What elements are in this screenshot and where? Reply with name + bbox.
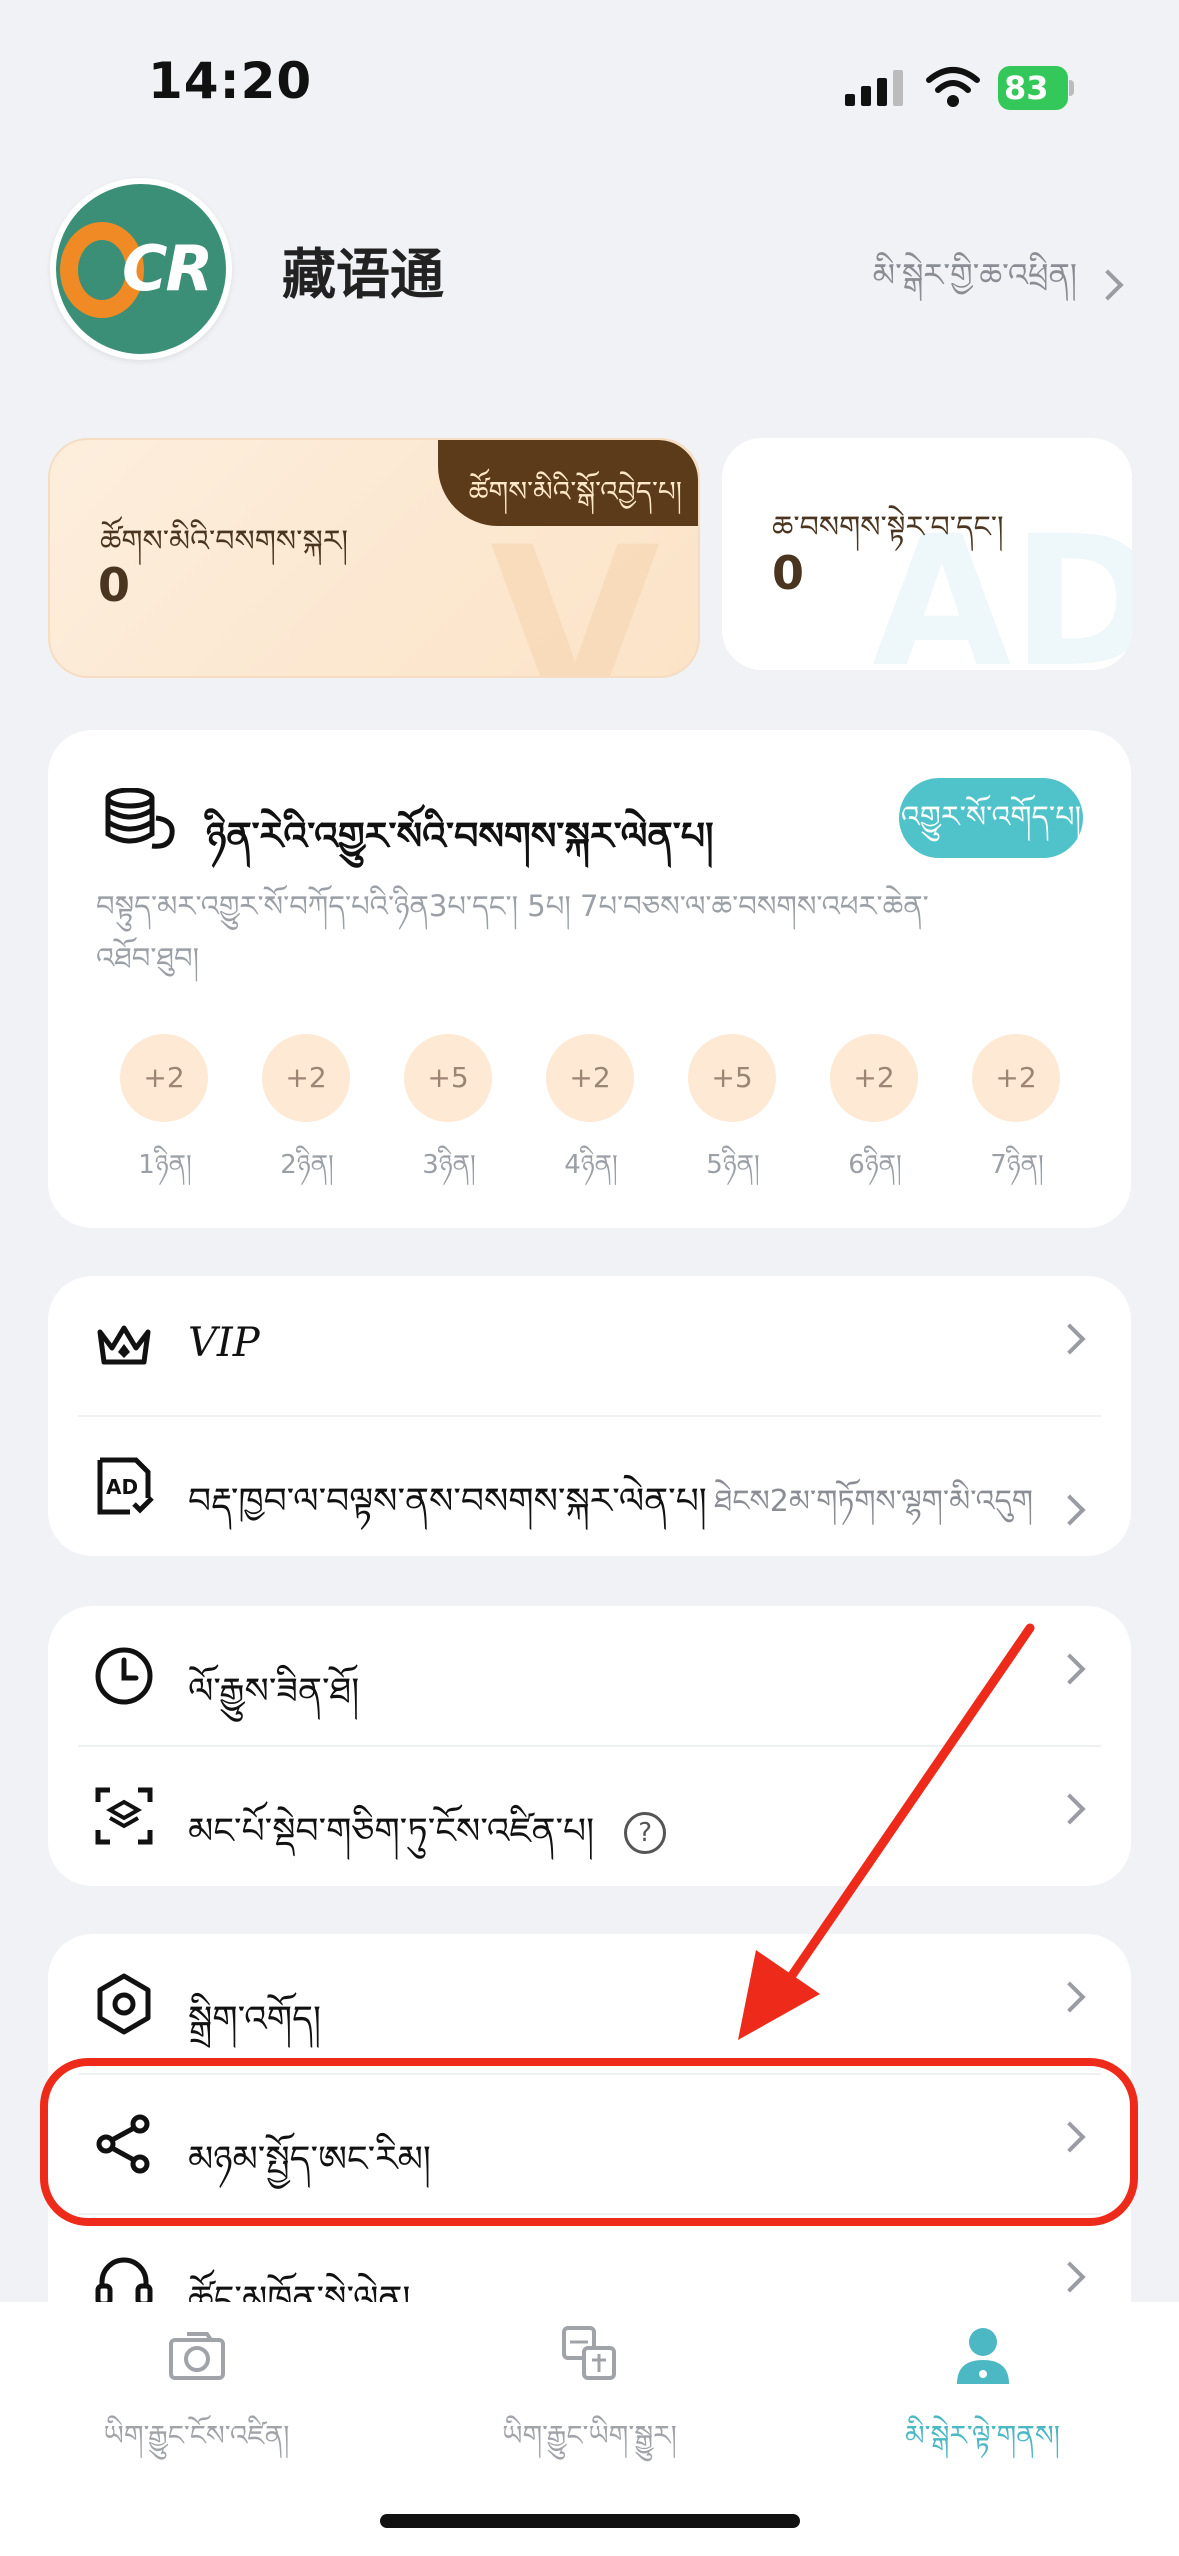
clock-icon — [95, 1647, 153, 1705]
translate-icon — [561, 2326, 616, 2380]
coins-icon — [105, 788, 175, 849]
checkin-day: +2 7ཉིན། — [972, 1034, 1062, 1184]
crown-icon — [97, 1325, 151, 1365]
highlight-box — [40, 2058, 1138, 2226]
tab-profile[interactable]: མི་སྒེར་ལྟེ་གནས། — [786, 2322, 1179, 2482]
checkin-day: +5 5ཉིན། — [688, 1034, 778, 1184]
day-reward: +2 — [546, 1034, 634, 1122]
menu-vip-label: VIP — [188, 1320, 260, 1366]
day-label: 2ཉིན། — [280, 1150, 334, 1180]
tab-profile-label: མི་སྒེར་ལྟེ་གནས། — [905, 2419, 1060, 2452]
day-label: 3ཉིན། — [422, 1150, 476, 1180]
day-reward: +2 — [830, 1034, 918, 1122]
chevron-right-icon — [1054, 1494, 1086, 1526]
day-reward: +5 — [404, 1034, 492, 1122]
chevron-right-icon — [1054, 2261, 1086, 2293]
user-icon — [956, 2328, 1009, 2384]
day-label: 6ཉིན། — [848, 1150, 902, 1180]
chevron-right-icon — [1054, 1653, 1086, 1685]
menu-ad-reward-label: བརྡ་ཁྱབ་ལ་བལྟས་ནས་བསགས་སྐར་ལེན་པ། — [188, 1481, 707, 1522]
multi-scan-text: མང་པོ་སྡེབ་གཅིག་ཏུ་ངོས་འཛིན་པ། — [188, 1811, 595, 1852]
status-bar: 14:20 83 — [0, 0, 1179, 170]
checkin-days: +2 1ཉིན། +2 2ཉིན། +5 3ཉིན། +2 4ཉིན། +5 5… — [120, 1034, 1100, 1184]
checkin-description: བསྟུད་མར་འགྱུར་སོ་བཀོད་པའི་ཉིན3པ་དང་། 5པ… — [96, 889, 929, 975]
checkin-day: +2 4ཉིན། — [546, 1034, 636, 1184]
ad-points-card[interactable]: AD ཆ་བསགས་སྟེར་བ་དང་། 0 — [722, 438, 1132, 670]
checkin-day: +2 2ཉིན། — [262, 1034, 352, 1184]
avatar-logo-text: CR — [122, 232, 213, 305]
svg-text:AD: AD — [106, 1475, 138, 1499]
day-label: 7ཉིན། — [990, 1150, 1044, 1180]
ad-icon: AD — [97, 1457, 154, 1515]
tab-ocr[interactable]: ཡིག་རྒྱུང་ངོས་འཛིན། — [0, 2322, 393, 2482]
menu-item-history[interactable]: ལོ་རྒྱུས་ཟིན་ཐོ། — [48, 1606, 1131, 1746]
menu-item-multi-scan[interactable]: མང་པོ་སྡེབ་གཅིག་ཏུ་ངོས་འཛིན་པ།? — [48, 1746, 1131, 1886]
tab-translate[interactable]: ཡིག་རྒྱུང་ཡིག་སྒྱུར། — [393, 2322, 786, 2482]
checkin-day: +2 6ཉིན། — [830, 1034, 920, 1184]
battery-level: 83 — [998, 66, 1068, 110]
avatar[interactable]: CR — [50, 178, 232, 360]
checkin-button[interactable]: འགྱུར་སོ་འགོད་པ། — [899, 778, 1083, 858]
menu-multi-scan-label: མང་པོ་སྡེབ་གཅིག་ཏུ་ངོས་འཛིན་པ།? — [188, 1790, 667, 1892]
tab-ocr-label: ཡིག་རྒྱུང་ངོས་འཛིན། — [103, 2419, 290, 2452]
scan-layers-icon — [95, 1787, 153, 1845]
ad-points-label: ཆ་བསགས་སྟེར་བ་དང་། — [772, 510, 1004, 545]
membership-badge[interactable]: ཚོགས་མིའི་སྒོ་འབྱེད་པ། — [438, 440, 698, 526]
chevron-right-icon — [1054, 1981, 1086, 2013]
help-icon[interactable]: ? — [624, 1812, 667, 1854]
member-points-value: 0 — [98, 558, 131, 612]
home-indicator — [380, 2514, 800, 2528]
chevron-right-icon — [1054, 1323, 1086, 1355]
day-reward: +2 — [972, 1034, 1060, 1122]
day-label: 1ཉིན། — [138, 1150, 192, 1180]
profile-info-link[interactable]: མི་སྒེར་གྱི་ཆ་འཕྲིན། — [872, 240, 1124, 330]
chevron-right-icon — [1092, 269, 1124, 301]
day-reward: +2 — [120, 1034, 208, 1122]
day-label: 4ཉིན། — [564, 1150, 618, 1180]
tab-translate-label: ཡིག་རྒྱུང་ཡིག་སྒྱུར། — [502, 2419, 677, 2452]
menu-item-vip[interactable]: VIP — [48, 1276, 1131, 1416]
menu-history-right — [1054, 1653, 1086, 1685]
battery-tip — [1069, 80, 1074, 96]
member-points-card[interactable]: V ཚོགས་མིའི་སྒོ་འབྱེད་པ། ཚོགས་མིའི་བསགས་… — [48, 438, 700, 678]
status-time: 14:20 — [148, 52, 313, 110]
menu-group-tools: ལོ་རྒྱུས་ཟིན་ཐོ། མང་པོ་སྡེབ་གཅིག་ཏུ་ངོས་… — [48, 1606, 1131, 1886]
settings-icon — [97, 1973, 151, 2035]
day-reward: +5 — [688, 1034, 776, 1122]
menu-history-label: ལོ་རྒྱུས་ཟིན་ཐོ། — [188, 1671, 360, 1712]
daily-checkin-card: ཉིན་རེའི་འགྱུར་སོའི་བསགས་སྐར་ལེན་པ། འགྱུ… — [48, 730, 1131, 1228]
menu-support-right — [1054, 2261, 1086, 2293]
checkin-day: +5 3ཉིན། — [404, 1034, 494, 1184]
menu-vip-right — [1054, 1323, 1086, 1355]
ad-points-value: 0 — [772, 546, 805, 600]
wifi-icon — [926, 67, 980, 107]
day-label: 5ཉིན། — [706, 1150, 760, 1180]
cellular-signal-icon — [845, 70, 903, 106]
member-points-label: ཚོགས་མིའི་བསགས་སྐར། — [100, 524, 349, 559]
checkin-day: +2 1ཉིན། — [120, 1034, 210, 1184]
day-reward: +2 — [262, 1034, 350, 1122]
chevron-right-icon — [1054, 1793, 1086, 1825]
menu-settings-right — [1054, 1981, 1086, 2013]
menu-ad-reward-right: ཐེངས2མ་གཏོགས་ལྷག་མི་འདུག — [714, 1468, 1086, 1552]
menu-multi-scan-right — [1054, 1793, 1086, 1825]
battery-indicator: 83 — [998, 66, 1074, 110]
menu-group-vip: VIP AD བརྡ་ཁྱབ་ལ་བལྟས་ནས་བསགས་སྐར་ལེན་པ།… — [48, 1276, 1131, 1556]
profile-info-label: མི་སྒེར་གྱི་ཆ་འཕྲིན། — [872, 256, 1077, 294]
camera-icon — [168, 2332, 225, 2380]
ad-reward-note: ཐེངས2མ་གཏོགས་ལྷག་མི་འདུག — [714, 1484, 1033, 1519]
app-name: 藏语通 — [282, 243, 444, 306]
menu-item-ad-reward[interactable]: AD བརྡ་ཁྱབ་ལ་བལྟས་ནས་བསགས་སྐར་ལེན་པ། ཐེང… — [48, 1416, 1131, 1556]
menu-item-settings[interactable]: སྒྲིག་འགོད། — [48, 1934, 1131, 2074]
